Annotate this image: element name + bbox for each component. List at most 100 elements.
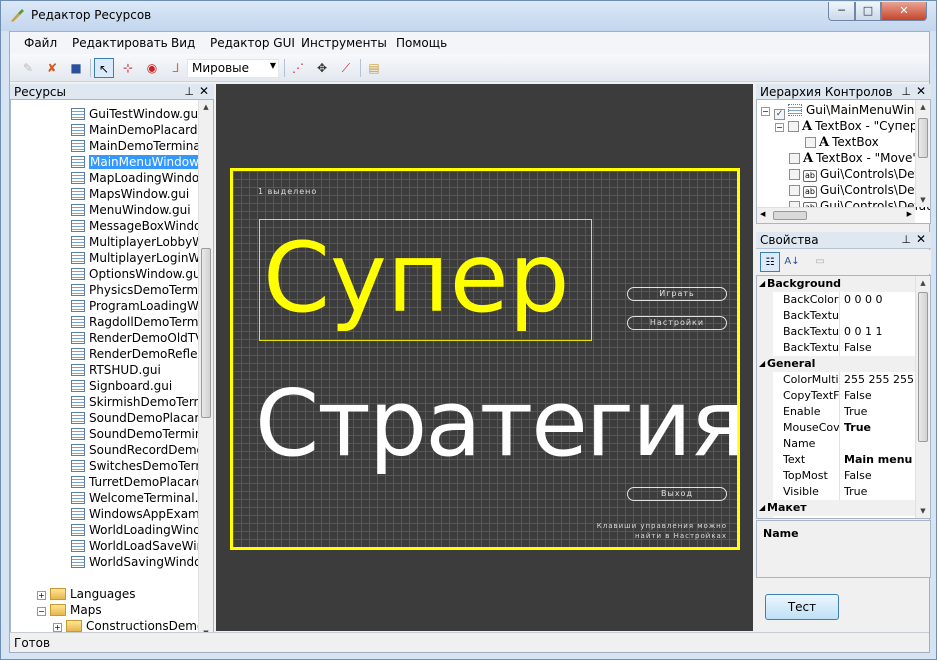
property-row[interactable]: BackTextureCoord0 0 1 1 [757, 324, 919, 340]
hier-textbox[interactable]: A TextBox [805, 134, 879, 150]
resource-file-item[interactable]: SkirmishDemoTerminal.gui [71, 394, 213, 410]
scroll-thumb[interactable] [918, 292, 928, 442]
scroll-thumb[interactable] [773, 211, 807, 220]
sort-alpha-icon[interactable]: A↓ [782, 252, 802, 272]
subtitle-textbox[interactable]: Стратегия [255, 369, 745, 479]
resource-file-item[interactable]: RTSHUD.gui [71, 362, 161, 378]
menu-view[interactable]: Вид [171, 36, 195, 50]
pin-icon[interactable]: ⊥ [184, 85, 194, 98]
pin-icon[interactable]: ⊥ [901, 233, 911, 246]
collapse-icon[interactable]: ◢ [759, 276, 765, 292]
property-row[interactable]: Visible True [757, 484, 919, 500]
options-icon[interactable]: ▤ [364, 58, 384, 78]
hierarchy-vscroll[interactable]: ▲ ▼ [915, 100, 930, 207]
resource-file-item[interactable]: MessageBoxWindow.gui [71, 218, 213, 234]
pin-icon[interactable]: ⊥ [901, 85, 911, 98]
close-icon[interactable]: ✕ [916, 84, 926, 98]
resource-file-item[interactable]: Signboard.gui [71, 378, 172, 394]
resource-file-item[interactable]: RenderDemoReflectTerminal.gui [71, 346, 213, 362]
resource-file-item[interactable]: MapLoadingWindow.gui [71, 170, 213, 186]
resource-file-item[interactable]: MenuWindow.gui [71, 202, 191, 218]
snap-scale-icon[interactable]: ⟋ [336, 58, 356, 78]
minimize-button[interactable]: ─ [828, 2, 855, 21]
snap-rotate-icon[interactable]: ✥ [312, 58, 332, 78]
gui-editor-canvas[interactable]: 1 выделено Супер Стратегия Играть Настро… [216, 84, 753, 631]
checkbox[interactable] [789, 169, 800, 180]
resource-file-item[interactable]: SoundDemoPlacard.gui [71, 410, 213, 426]
scroll-thumb[interactable] [201, 248, 211, 418]
resource-file-item[interactable]: WelcomeTerminal.gui [71, 490, 213, 506]
resource-file-item[interactable]: RagdollDemoTerminal.gui [71, 314, 213, 330]
select-tool-icon[interactable]: ↖ [94, 58, 114, 78]
checkbox[interactable] [789, 153, 800, 164]
checkbox[interactable] [788, 121, 799, 132]
categorized-icon[interactable]: ☷ [760, 252, 780, 272]
close-button[interactable]: ✕ [881, 2, 927, 21]
title-bar[interactable]: Редактор Ресурсов ─ □ ✕ [1, 1, 936, 31]
edit-cancel-icon[interactable]: ✘ [42, 58, 62, 78]
checkbox[interactable] [805, 137, 816, 148]
resource-file-item[interactable]: WorldSavingWindow.gui [71, 554, 213, 570]
resource-file-item[interactable]: WindowsAppExample.gui [71, 506, 213, 522]
properties-scrollbar[interactable]: ▲ ▼ [915, 276, 930, 518]
play-button[interactable]: Играть [627, 287, 727, 301]
resources-scrollbar[interactable]: ▲ ▼ [198, 100, 213, 640]
hierarchy-hscroll[interactable]: ◀ ▶ [757, 207, 915, 223]
resource-file-item[interactable]: OptionsWindow.gui [71, 266, 204, 282]
resource-file-item[interactable]: WorldLoadSaveWindow.gui [71, 538, 213, 554]
resource-file-item[interactable]: SoundRecordDemoTerminal.gui [71, 442, 213, 458]
collapse-icon[interactable]: ◢ [759, 356, 765, 372]
menu-gui-editor[interactable]: Редактор GUI [210, 36, 295, 50]
resource-file-item[interactable]: ProgramLoadingWindow.gui [71, 298, 213, 314]
property-row[interactable]: BackTextureTileFalse [757, 340, 919, 356]
property-row[interactable]: TopMost False [757, 468, 919, 484]
exit-button[interactable]: Выход [627, 487, 727, 501]
resource-file-item[interactable]: RenderDemoOldTVTerminal.gui [71, 330, 213, 346]
resource-file-item[interactable]: MainDemoPlacard.gui [71, 122, 213, 138]
scale-tool-icon[interactable]: ⅃ [166, 58, 186, 78]
test-button[interactable]: Тест [765, 594, 839, 620]
property-row[interactable]: BackColor 0 0 0 0 [757, 292, 919, 308]
scroll-up-icon[interactable]: ▲ [199, 100, 213, 114]
scroll-up-icon[interactable]: ▲ [916, 100, 930, 114]
resource-file-item[interactable]: GuiTestWindow.gui [71, 106, 201, 122]
hier-control-1[interactable]: ab Gui\Controls\Default [789, 166, 930, 182]
property-row[interactable]: Enable True [757, 404, 919, 420]
property-row[interactable]: CopyTextFromParentFalse [757, 388, 919, 404]
collapse-icon[interactable]: ◢ [759, 500, 765, 516]
resource-file-item[interactable]: MainDemoTerminal.gui [71, 138, 213, 154]
checkbox[interactable] [789, 185, 800, 196]
resources-tree[interactable]: GuiTestWindow.gui MainDemoPlacard.gui Main… [10, 99, 214, 641]
scroll-right-icon[interactable]: ▶ [907, 210, 912, 218]
resource-file-item[interactable]: SoundDemoTerminal.gui [71, 426, 213, 442]
menu-help[interactable]: Помощь [396, 36, 447, 50]
close-icon[interactable]: ✕ [916, 232, 926, 246]
scroll-down-icon[interactable]: ▼ [916, 193, 930, 207]
close-icon[interactable]: ✕ [199, 84, 209, 98]
gui-window-frame[interactable]: 1 выделено Супер Стратегия Играть Настро… [230, 168, 745, 550]
folder-maps[interactable]: − Maps [37, 602, 102, 618]
resource-file-item[interactable]: TurretDemoPlacard.gui [71, 474, 213, 490]
resource-file-item[interactable]: PhysicsDemoTerminal.gui [71, 282, 213, 298]
property-row[interactable]: Name [757, 436, 919, 452]
property-category[interactable]: ◢ General [757, 356, 919, 372]
hierarchy-tree[interactable]: − ✓ Gui\MainMenuWindow − A TextBox - "Супер"… [756, 99, 931, 224]
property-row[interactable]: MouseCoverTrue [757, 420, 919, 436]
hier-control-2[interactable]: ab Gui\Controls\Default [789, 182, 930, 198]
resource-file-item[interactable]: MultiplayerLoginWindow.gui [71, 250, 213, 266]
resource-file-item[interactable]: WorldLoadingWindow.gui [71, 522, 213, 538]
scroll-down-icon[interactable]: ▼ [916, 504, 930, 518]
resource-file-item[interactable]: MainMenuWindow.gui [71, 154, 213, 170]
property-row[interactable]: ColorMultiplier255 255 255 [757, 372, 919, 388]
save-icon[interactable]: ■ [66, 58, 86, 78]
coord-mode-select[interactable]: Мировые ▼ [187, 59, 279, 78]
property-pages-icon[interactable]: ▭ [810, 252, 830, 272]
edit-icon[interactable]: ✎ [18, 58, 38, 78]
rotate-tool-icon[interactable]: ◉ [142, 58, 162, 78]
scroll-left-icon[interactable]: ◀ [760, 210, 765, 218]
scroll-up-icon[interactable]: ▲ [916, 276, 930, 290]
hier-textbox-move[interactable]: A TextBox - "Move" [789, 150, 918, 166]
menu-tools[interactable]: Инструменты [301, 36, 387, 50]
move-tool-icon[interactable]: ⊹ [118, 58, 138, 78]
snap-move-icon[interactable]: ⋰ [288, 58, 308, 78]
